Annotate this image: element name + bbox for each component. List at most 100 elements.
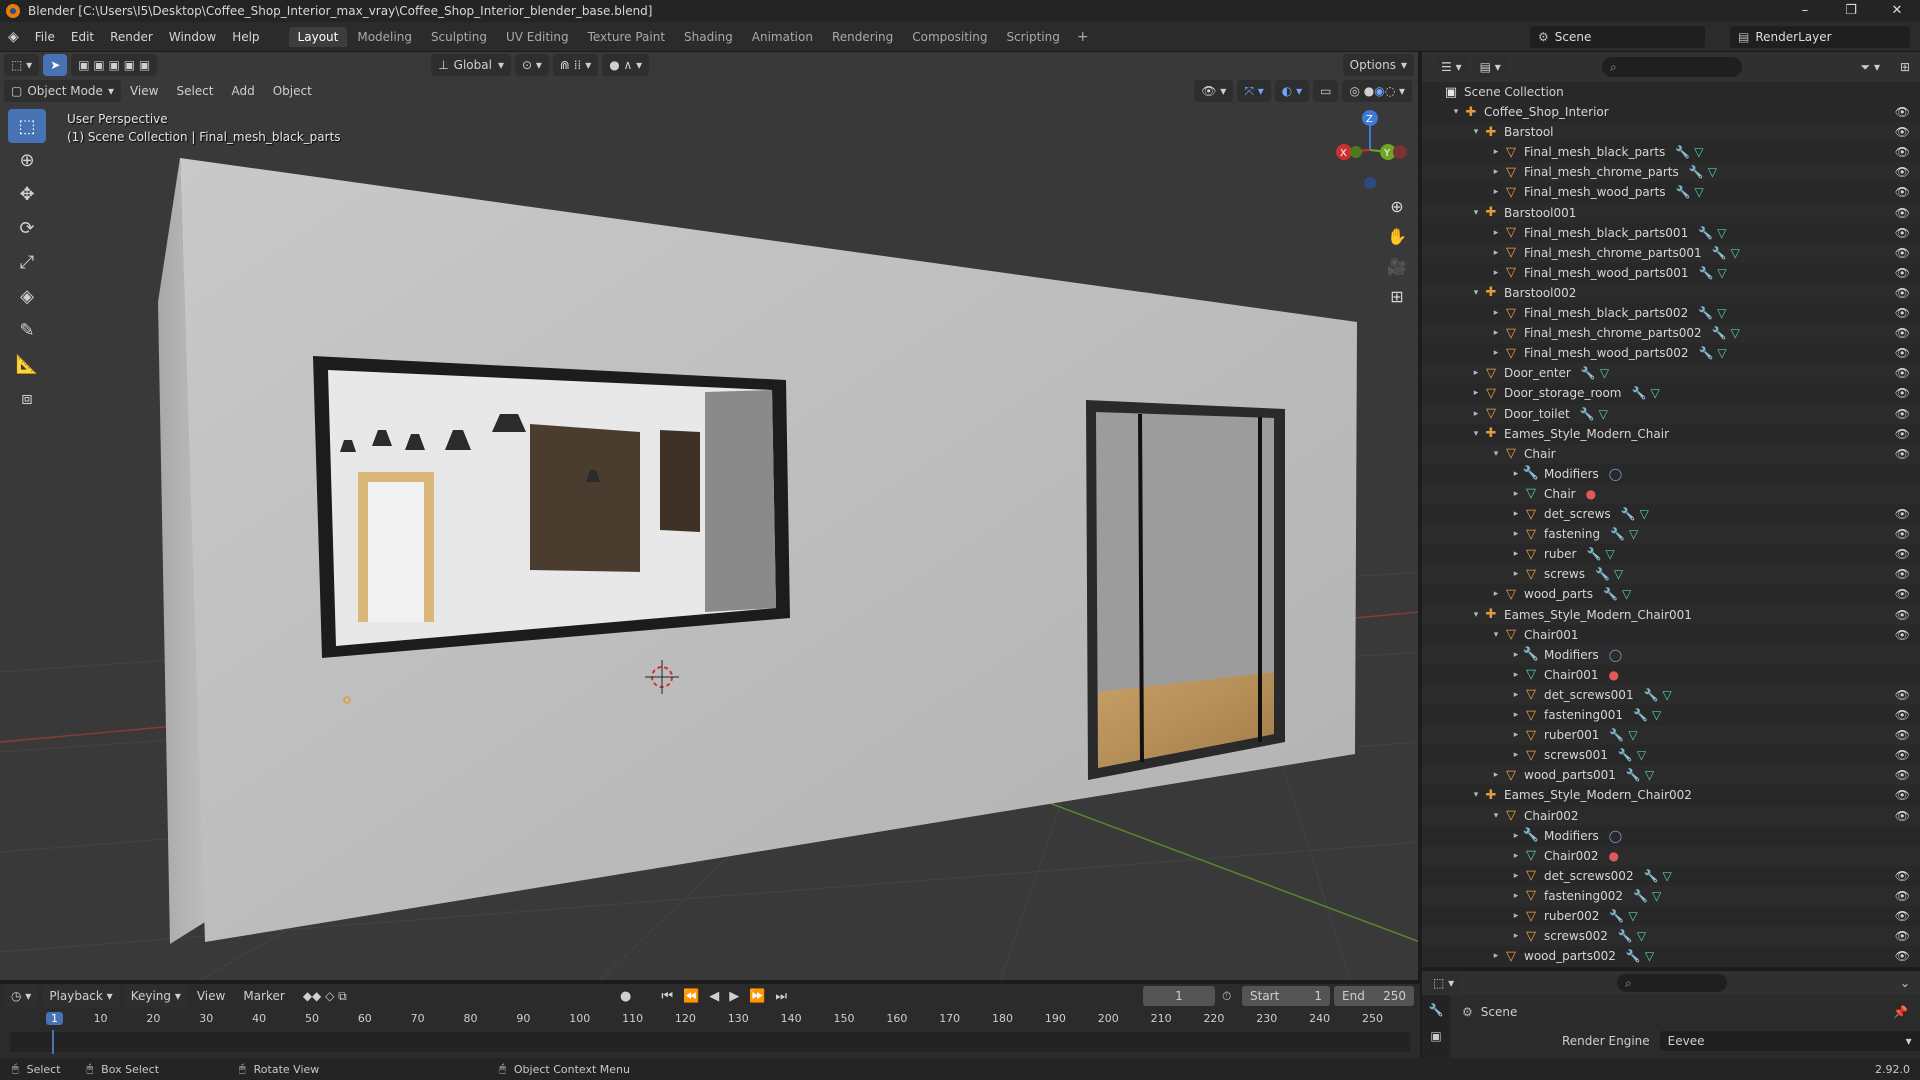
- outliner-row[interactable]: ▸ ▽ Final_mesh_wood_parts002 🔧 ▽ 👁: [1422, 343, 1920, 364]
- filter-icon[interactable]: ⏷ ▾: [1861, 60, 1880, 75]
- outliner-row[interactable]: ▸ ▽ Door_enter 🔧 ▽ 👁: [1422, 363, 1920, 384]
- select-box-tool-icon[interactable]: ⬚: [8, 109, 46, 143]
- expand-right-icon[interactable]: ▸: [1510, 569, 1522, 579]
- mesh-data-icon[interactable]: ▽: [1650, 386, 1659, 400]
- outliner-row[interactable]: ▸ ▽ ruber001 🔧 ▽ 👁: [1422, 725, 1920, 746]
- visibility-eye-icon[interactable]: 👁: [1895, 326, 1910, 340]
- mesh-data-icon[interactable]: ▽: [1663, 869, 1672, 883]
- modifier-stack-icon[interactable]: ◯: [1609, 467, 1622, 481]
- outliner-row[interactable]: ▸ ▽ Final_mesh_chrome_parts001 🔧 ▽ 👁: [1422, 242, 1920, 263]
- selection-mode-group[interactable]: ▣ ▣ ▣ ▣ ▣: [71, 54, 158, 76]
- frame-ruler[interactable]: 1 10 20 30 40 50 60 70 80 90 100 110 120 130 140 150 160…: [10, 1012, 1410, 1030]
- outliner-row[interactable]: ▾ ✚ Barstool 👁: [1422, 122, 1920, 143]
- expand-right-icon[interactable]: ▸: [1490, 248, 1502, 258]
- outliner-row[interactable]: ▾ ✚ Barstool001 👁: [1422, 202, 1920, 223]
- editor-type-button[interactable]: ⬚ ▾: [4, 54, 40, 76]
- visibility-eye-icon[interactable]: 👁: [1895, 165, 1910, 179]
- modifier-icon[interactable]: 🔧: [1586, 547, 1601, 561]
- scene-selector[interactable]: ⚙ Scene: [1530, 26, 1705, 48]
- cursor-tool-icon[interactable]: ⊕: [8, 143, 46, 177]
- expand-down-icon[interactable]: ▾: [1470, 208, 1482, 218]
- expand-right-icon[interactable]: ▸: [1490, 308, 1502, 318]
- outliner-row[interactable]: ▸ ▽ Chair ●: [1422, 483, 1920, 504]
- prev-keyframe-icon[interactable]: ⏪: [683, 989, 699, 1004]
- visibility-eye-icon[interactable]: 👁: [1895, 547, 1910, 561]
- options-dropdown[interactable]: Options ▾: [1342, 54, 1414, 76]
- minimize-button[interactable]: –: [1782, 0, 1828, 22]
- expand-right-icon[interactable]: ▸: [1490, 328, 1502, 338]
- menu-edit[interactable]: Edit: [63, 30, 102, 44]
- modifier-icon[interactable]: 🔧: [1626, 768, 1641, 782]
- modifier-icon[interactable]: 🔧: [1621, 507, 1636, 521]
- expand-right-icon[interactable]: ▸: [1510, 891, 1522, 901]
- visibility-eye-icon[interactable]: 👁: [1895, 567, 1910, 581]
- outliner-row[interactable]: ▸ ▽ fastening001 🔧 ▽ 👁: [1422, 705, 1920, 725]
- pan-hand-icon[interactable]: ✋: [1383, 222, 1411, 250]
- visibility-eye-icon[interactable]: 👁: [1895, 527, 1910, 541]
- outliner-row[interactable]: ▾ ▽ Chair002 👁: [1422, 805, 1920, 826]
- visibility-eye-icon[interactable]: 👁: [1895, 105, 1910, 119]
- jump-end-icon[interactable]: ⏭: [775, 989, 787, 1004]
- mesh-data-icon[interactable]: ▽: [1694, 145, 1703, 159]
- expand-right-icon[interactable]: ▸: [1510, 489, 1522, 499]
- tab-rendering[interactable]: Rendering: [823, 27, 902, 47]
- visibility-eye-icon[interactable]: 👁: [1895, 768, 1910, 782]
- keying-menu[interactable]: Keying ▾: [123, 985, 188, 1007]
- menu-view[interactable]: View: [121, 84, 167, 98]
- outliner-row[interactable]: ▸ ▽ screws001 🔧 ▽ 👁: [1422, 745, 1920, 766]
- visibility-eye-icon[interactable]: 👁: [1895, 447, 1910, 461]
- mesh-data-icon[interactable]: ▽: [1663, 688, 1672, 702]
- modifier-icon[interactable]: 🔧: [1698, 346, 1713, 360]
- visibility-eye-icon[interactable]: 👁: [1895, 407, 1910, 421]
- modifier-icon[interactable]: 🔧: [1698, 306, 1713, 320]
- visibility-eye-icon[interactable]: 👁: [1895, 628, 1910, 642]
- properties-search-input[interactable]: ⌕: [1617, 974, 1727, 992]
- expand-right-icon[interactable]: ▸: [1490, 228, 1502, 238]
- play-icon[interactable]: ▶: [729, 989, 739, 1004]
- expand-right-icon[interactable]: ▸: [1510, 670, 1522, 680]
- mesh-data-icon[interactable]: ▽: [1640, 507, 1649, 521]
- expand-down-icon[interactable]: ▾: [1470, 288, 1482, 298]
- modifier-icon[interactable]: 🔧: [1632, 386, 1647, 400]
- visibility-eye-icon[interactable]: 👁: [1895, 346, 1910, 360]
- tab-texture-paint[interactable]: Texture Paint: [579, 27, 674, 47]
- outliner-row[interactable]: ▸ ▽ wood_parts 🔧 ▽ 👁: [1422, 584, 1920, 605]
- visibility-eye-icon[interactable]: 👁: [1895, 185, 1910, 199]
- modifier-icon[interactable]: 🔧: [1698, 226, 1713, 240]
- outliner-editor-type-icon[interactable]: ☰ ▾: [1434, 56, 1469, 78]
- mesh-data-icon[interactable]: ▽: [1652, 708, 1661, 722]
- proportional-edit-button[interactable]: ● ∧ ▾: [602, 54, 650, 76]
- timeline-track[interactable]: [10, 1032, 1410, 1052]
- modifier-icon[interactable]: 🔧: [1603, 587, 1618, 601]
- visibility-eye-icon[interactable]: 👁: [1895, 748, 1910, 762]
- outliner-row[interactable]: ▸ ▽ det_screws002 🔧 ▽ 👁: [1422, 865, 1920, 886]
- record-icon[interactable]: ●: [620, 989, 631, 1004]
- visibility-eye-icon[interactable]: 👁: [1895, 929, 1910, 943]
- pin-icon[interactable]: 📌: [1893, 1005, 1908, 1019]
- expand-down-icon[interactable]: ▾: [1490, 630, 1502, 640]
- new-collection-icon[interactable]: ⊞: [1900, 60, 1910, 74]
- modifier-icon[interactable]: 🔧: [1595, 567, 1610, 581]
- expand-right-icon[interactable]: ▸: [1510, 509, 1522, 519]
- outliner-search-input[interactable]: ⌕: [1602, 57, 1742, 77]
- visibility-eye-icon[interactable]: 👁: [1895, 427, 1910, 441]
- tab-uv-editing[interactable]: UV Editing: [497, 27, 578, 47]
- modifier-icon[interactable]: 🔧: [1626, 949, 1641, 963]
- current-frame-field[interactable]: 1: [1143, 986, 1215, 1006]
- mesh-data-icon[interactable]: ▽: [1637, 748, 1646, 762]
- visibility-eye-icon[interactable]: 👁: [1895, 386, 1910, 400]
- add-cube-tool-icon[interactable]: ⧈: [8, 381, 46, 415]
- outliner-row[interactable]: ▾ ✚ Eames_Style_Modern_Chair 👁: [1422, 423, 1920, 444]
- expand-right-icon[interactable]: ▸: [1490, 167, 1502, 177]
- select-mode-icon[interactable]: ➤: [43, 54, 68, 76]
- expand-right-icon[interactable]: ▸: [1490, 187, 1502, 197]
- modifier-icon[interactable]: 🔧: [1618, 748, 1633, 762]
- move-tool-icon[interactable]: ✥: [8, 177, 46, 211]
- jump-start-icon[interactable]: ⏮: [661, 989, 673, 1004]
- menu-select[interactable]: Select: [167, 84, 222, 98]
- outliner-row[interactable]: ▸ ▽ Door_storage_room 🔧 ▽ 👁: [1422, 383, 1920, 404]
- outliner-row[interactable]: ▸ ▽ det_screws 🔧 ▽ 👁: [1422, 504, 1920, 524]
- outliner-row[interactable]: ▸ ▽ Final_mesh_chrome_parts 🔧 ▽ 👁: [1422, 162, 1920, 183]
- mesh-data-icon[interactable]: ▽: [1717, 346, 1726, 360]
- expand-down-icon[interactable]: ▾: [1490, 811, 1502, 821]
